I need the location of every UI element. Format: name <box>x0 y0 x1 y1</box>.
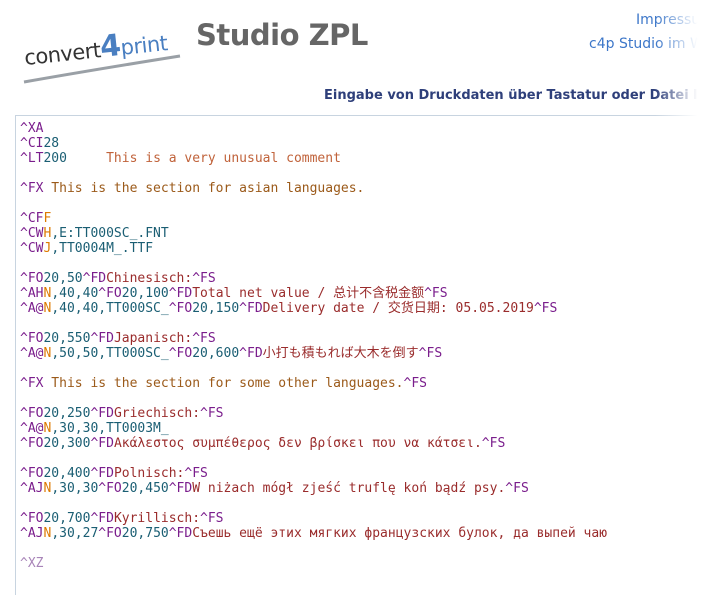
app-title: Studio ZPL <box>196 18 368 52</box>
code-line: ^FO20,300^FDΑκάλεστος συμπέθερος δεν βρί… <box>20 436 506 451</box>
convert4print-logo[interactable]: convert4print <box>22 12 182 84</box>
code-line: ^CWH,E:TT000SC_.FNT <box>20 226 169 241</box>
code-line: ^XZ <box>20 556 44 571</box>
code-line: ^FX This is the section for asian langua… <box>20 181 365 196</box>
zpl-code-editor[interactable]: ^XA ^CI28 ^LT200 This is a very unusual co… <box>15 115 705 595</box>
code-line: ^AJN,30,27^FO20,750^FDСъешь ещё этих мяг… <box>20 526 608 541</box>
code-line: ^FO20,700^FDKyrillisch:^FS <box>20 511 224 526</box>
code-line: ^A@N,40,40,TT000SC_^FO20,150^FDDelivery … <box>20 301 558 316</box>
code-line: ^FX This is the section for some other l… <box>20 376 427 391</box>
code-line: ^CFF <box>20 211 52 226</box>
code-line: ^FO20,400^FDPolnisch:^FS <box>20 466 208 481</box>
code-line: ^A@N,50,50,TT000SC_^FO20,600^FD小打も積もれば大木… <box>20 346 443 361</box>
c4p-studio-link[interactable]: c4p Studio im Web <box>589 36 705 52</box>
code-line: ^AJN,30,30^FO20,450^FDW niżach mógł zjeś… <box>20 481 529 496</box>
code-line: ^AHN,40,40^FO20,100^FDTotal net value / … <box>20 286 448 301</box>
code-line: ^A@N,30,30,TT0003M_ <box>20 421 169 436</box>
logo-swoosh-icon <box>23 54 181 84</box>
code-line: ^LT200 This is a very unusual comment <box>20 151 341 166</box>
app-header: convert4print Studio ZPL Impressum c4p S… <box>0 0 705 115</box>
code-line: ^XA <box>20 121 44 136</box>
impressum-link[interactable]: Impressum <box>636 12 705 28</box>
code-line: ^CWJ,TT0004M_.TTF <box>20 241 154 256</box>
code-content: ^XA ^CI28 ^LT200 This is a very unusual co… <box>20 121 607 571</box>
code-line: ^FO20,250^FDGriechisch:^FS <box>20 406 224 421</box>
code-line: ^FO20,50^FDChinesisch:^FS <box>20 271 216 286</box>
page-subtitle: Eingabe von Druckdaten über Tastatur ode… <box>324 88 705 103</box>
code-line: ^CI28 <box>20 136 60 151</box>
code-line: ^FO20,550^FDJapanisch:^FS <box>20 331 216 346</box>
